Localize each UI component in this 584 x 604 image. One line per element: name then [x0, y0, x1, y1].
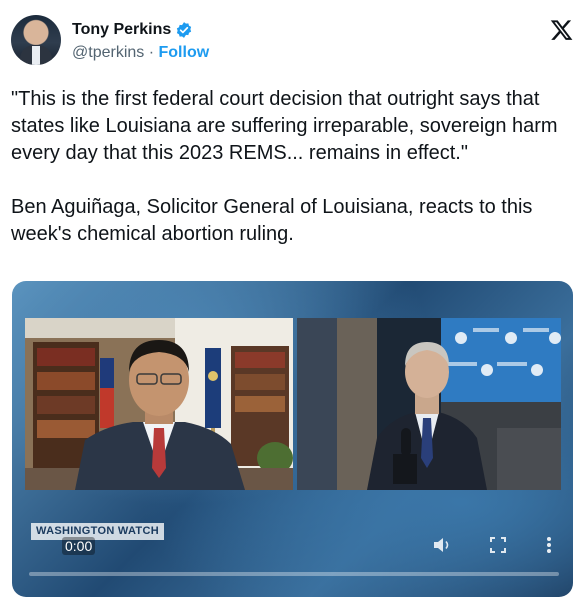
author-name-row: Tony Perkins — [72, 21, 193, 39]
video-frame-right — [297, 318, 561, 490]
more-options-icon[interactable] — [546, 536, 552, 554]
handle-separator: · — [148, 44, 155, 61]
video-time: 0:00 — [62, 537, 96, 555]
tweet-body: Ben Aguiñaga, Solicitor General of Louis… — [11, 196, 533, 245]
tweet-header: Tony Perkins @tperkins · Follow — [11, 15, 573, 67]
x-logo-icon[interactable] — [550, 19, 573, 41]
tweet-text: "This is the first federal court decisio… — [11, 86, 577, 248]
volume-icon[interactable] — [433, 536, 453, 554]
tweet-quote: "This is the first federal court decisio… — [11, 88, 558, 164]
verified-badge-icon — [177, 22, 192, 38]
author-handle-row: @tperkins · Follow — [72, 44, 209, 62]
washington-watch-watermark: WASHINGTON WATCH — [31, 523, 164, 540]
author-avatar[interactable] — [11, 15, 61, 65]
video-player[interactable]: WASHINGTON WATCH 0:00 — [12, 281, 573, 597]
author-name[interactable]: Tony Perkins — [72, 21, 171, 39]
avatar-shirt — [32, 46, 40, 65]
follow-button[interactable]: Follow — [159, 44, 210, 61]
fullscreen-icon[interactable] — [490, 537, 506, 553]
author-handle[interactable]: @tperkins — [72, 44, 144, 61]
video-progress-bar[interactable] — [29, 572, 559, 576]
video-frame-left — [25, 318, 293, 490]
